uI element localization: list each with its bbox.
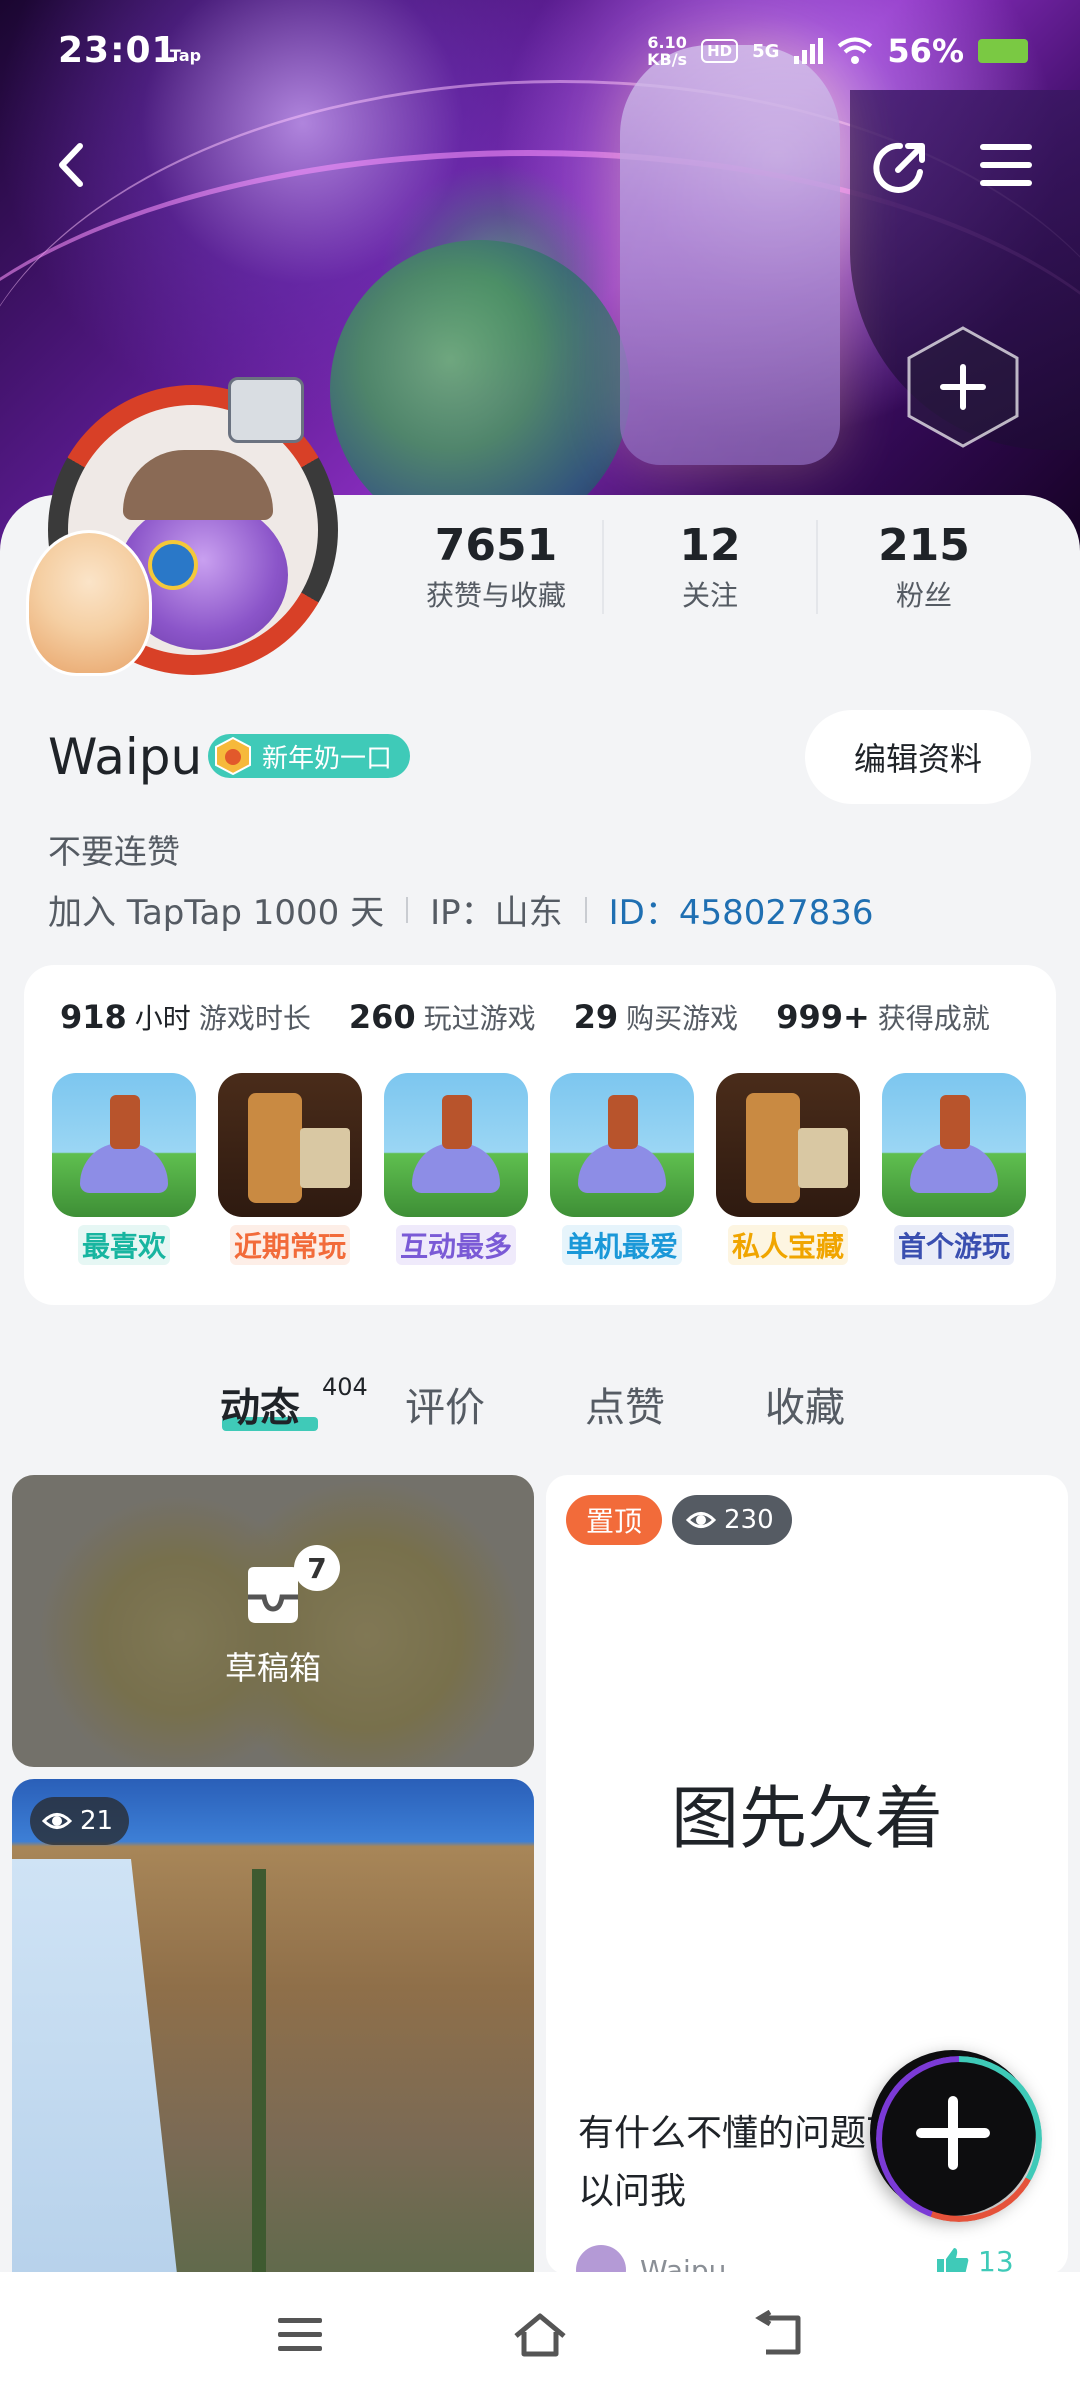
profile-meta: 加入 TapTap 1000 天 IP：山东 ID：458027836 — [48, 885, 874, 934]
post-card-map[interactable]: 21 — [12, 1779, 534, 2299]
recent-apps-icon[interactable] — [272, 2310, 328, 2360]
drafts-count: 7 — [294, 1545, 340, 1591]
tab-reviews[interactable]: 评价 — [405, 1375, 485, 1433]
feed-left-column: 7 草稿箱 21 — [12, 1475, 534, 2299]
game-terraria-icon — [384, 1073, 528, 1217]
stat-likes[interactable]: 7651 获赞与收藏 — [390, 520, 602, 614]
plus-icon — [916, 2096, 990, 2170]
post-likes[interactable]: 13 — [936, 2245, 1014, 2275]
games-played: 260 玩过游戏 — [348, 998, 536, 1036]
menu-icon[interactable] — [978, 140, 1034, 190]
game-stats: 918 小时 游戏时长 260 玩过游戏 29 购买游戏 999+ 获得成就 — [60, 997, 990, 1037]
drafts-card[interactable]: 7 草稿箱 — [12, 1475, 534, 1767]
pinned-tag: 置顶 — [566, 1495, 663, 1545]
user-badge[interactable]: 新年奶一口 — [208, 734, 411, 778]
game-most-interacted[interactable]: 互动最多 — [384, 1073, 528, 1265]
post-image-text: 图先欠着 — [670, 1780, 943, 1859]
status-time: 23:01 — [58, 30, 178, 71]
status-app-tag: Tap — [170, 46, 202, 65]
avatar[interactable] — [26, 377, 338, 676]
profile-stats: 7651 获赞与收藏 12 关注 215 粉丝 — [390, 520, 1030, 614]
ip-location: IP：山东 — [430, 893, 563, 933]
stat-following[interactable]: 12 关注 — [602, 520, 816, 614]
games-card[interactable]: 918 小时 游戏时长 260 玩过游戏 29 购买游戏 999+ 获得成就 最喜欢 近期… — [24, 965, 1056, 1305]
tab-likes[interactable]: 点赞 — [585, 1375, 665, 1433]
battery-percent: 56% — [887, 32, 964, 70]
network-label: 5G — [752, 40, 780, 62]
drafts-label: 草稿箱 — [224, 1649, 321, 1687]
create-post-button[interactable] — [870, 2050, 1042, 2222]
avatar-character-decoration — [26, 530, 152, 676]
bio-text: 不要连赞 — [48, 832, 180, 871]
username: Waipu — [48, 728, 203, 786]
badge-hexagon-icon — [215, 737, 251, 775]
tab-posts[interactable]: 动态 — [220, 1375, 300, 1433]
system-nav-bar — [0, 2272, 1080, 2400]
share-icon[interactable] — [868, 136, 932, 200]
achievements: 999+ 获得成就 — [776, 998, 990, 1036]
author-avatar — [576, 2245, 626, 2275]
user-id[interactable]: ID：458027836 — [609, 885, 874, 934]
add-banner-icon[interactable] — [905, 325, 1021, 449]
hd-icon: HD — [701, 39, 739, 63]
game-treasure[interactable]: 私人宝藏 — [716, 1073, 860, 1265]
game-explorer-icon — [716, 1073, 860, 1217]
joined-days: 加入 TapTap 1000 天 — [48, 893, 385, 933]
game-favorite[interactable]: 最喜欢 — [52, 1073, 196, 1265]
views-badge: 230 — [672, 1495, 792, 1545]
games-bought: 29 购买游戏 — [573, 998, 739, 1036]
game-terraria-icon — [52, 1073, 196, 1217]
posts-count: 404 — [322, 1373, 368, 1401]
edit-profile-button[interactable]: 编辑资料 — [805, 710, 1031, 804]
content-tabs: 动态 404 评价 点赞 收藏 — [0, 1365, 1080, 1445]
thumbs-up-icon — [937, 2247, 969, 2275]
game-first-played[interactable]: 首个游玩 — [882, 1073, 1026, 1265]
net-speed: 6.10 KB/s — [647, 33, 688, 69]
views-badge: 21 — [30, 1797, 130, 1845]
status-bar: 23:01 Tap 6.10 KB/s HD 5G 56% — [0, 0, 1080, 110]
battery-icon — [978, 39, 1028, 63]
tab-favorites[interactable]: 收藏 — [765, 1375, 845, 1433]
eye-icon — [42, 1813, 72, 1829]
home-icon[interactable] — [512, 2310, 568, 2360]
game-terraria-icon — [882, 1073, 1026, 1217]
stat-followers[interactable]: 215 粉丝 — [816, 520, 1030, 614]
game-recent[interactable]: 近期常玩 — [218, 1073, 362, 1265]
play-hours: 918 小时 游戏时长 — [60, 998, 311, 1036]
post-author[interactable]: Waipu — [576, 2245, 726, 2275]
game-explorer-icon — [218, 1073, 362, 1217]
eye-icon — [686, 1512, 716, 1528]
post-title: 有什么不懂的问题可以问我 — [578, 2113, 903, 2212]
back-nav-icon[interactable] — [752, 2310, 808, 2360]
game-single-player[interactable]: 单机最爱 — [550, 1073, 694, 1265]
game-terraria-icon — [550, 1073, 694, 1217]
signal-icon — [794, 38, 824, 64]
featured-games: 最喜欢 近期常玩 互动最多 单机最爱 私人宝藏 首个游玩 — [52, 1073, 1026, 1265]
back-icon[interactable] — [48, 140, 98, 190]
avatar-robot-decoration — [228, 377, 304, 443]
wifi-icon — [838, 37, 873, 64]
